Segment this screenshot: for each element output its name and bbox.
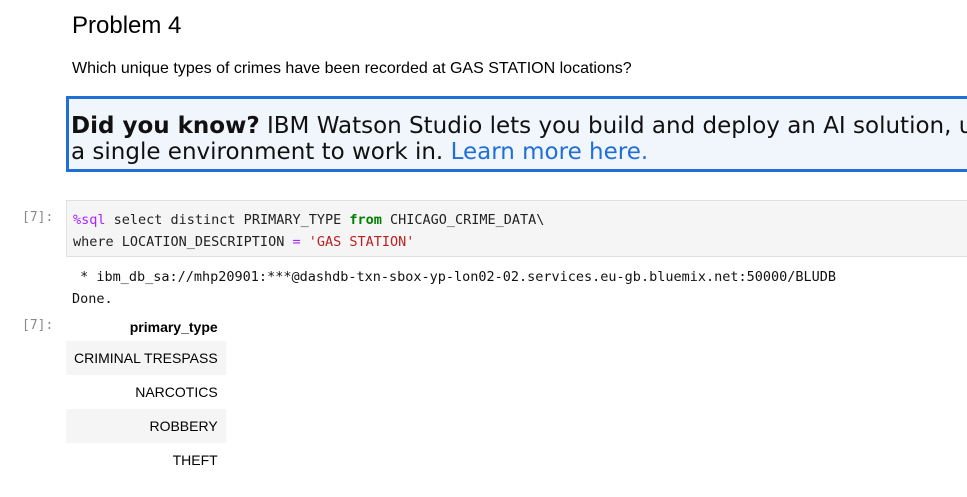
- code-editor[interactable]: %sql select distinct PRIMARY_TYPE from C…: [73, 209, 544, 253]
- table-row: ROBBERY: [66, 409, 226, 443]
- output-prompt: [7]:: [22, 318, 54, 333]
- code-string: 'GAS STATION': [308, 234, 415, 250]
- code-cell-input[interactable]: %sql select distinct PRIMARY_TYPE from C…: [66, 200, 967, 257]
- table-cell: THEFT: [172, 452, 218, 468]
- stdout-connection: * ibm_db_sa://mhp20901:***@dashdb-txn-sb…: [72, 269, 837, 285]
- code-line2-a: where LOCATION_DESCRIPTION: [73, 234, 293, 250]
- stdout-done: Done.: [72, 291, 113, 307]
- code-line2-space: [301, 234, 309, 250]
- table-cell: ROBBERY: [66, 409, 226, 443]
- code-operator: =: [292, 234, 301, 250]
- column-header-primary-type: primary_type: [129, 319, 218, 335]
- callout-bold: Did you know?: [71, 113, 260, 139]
- problem-question: Which unique types of crimes have been r…: [72, 60, 632, 77]
- input-prompt: [7]:: [22, 210, 54, 225]
- code-magic: %sql: [73, 212, 106, 228]
- callout-text: Did you know? IBM Watson Studio lets you…: [71, 113, 967, 165]
- code-from-keyword: from: [349, 212, 382, 228]
- table-cell: CRIMINAL TRESPASS: [66, 341, 226, 375]
- table-row: CRIMINAL TRESPASS: [66, 341, 226, 375]
- problem-title: Problem 4: [72, 12, 182, 39]
- table-row: NARCOTICS: [66, 375, 226, 409]
- result-table: primary_type CRIMINAL TRESPASS NARCOTICS…: [66, 313, 226, 477]
- callout-line2: a single environment to work in.: [71, 139, 451, 165]
- code-line1-a: select distinct PRIMARY_TYPE: [105, 212, 350, 228]
- code-line1-b: CHICAGO_CRIME_DATA\: [381, 212, 545, 228]
- cell-stdout: * ibm_db_sa://mhp20901:***@dashdb-txn-sb…: [72, 266, 836, 310]
- learn-more-link[interactable]: Learn more here.: [451, 139, 649, 165]
- table-row: THEFT: [66, 443, 226, 477]
- callout-line1: IBM Watson Studio lets you build and dep…: [259, 113, 967, 139]
- did-you-know-callout: Did you know? IBM Watson Studio lets you…: [66, 96, 967, 172]
- table-cell: NARCOTICS: [135, 384, 218, 400]
